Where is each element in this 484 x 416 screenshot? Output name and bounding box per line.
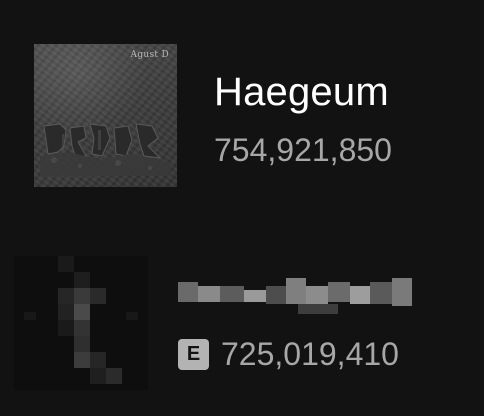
explicit-icon: E	[178, 338, 209, 370]
album-art[interactable]: Agust D	[34, 44, 177, 187]
track-row-haegeum[interactable]: Agust D Haegeum 754,921,850	[0, 40, 484, 190]
album-art-pixelated[interactable]	[14, 256, 148, 390]
album-art-logo	[40, 123, 171, 176]
play-count: 754,921,850	[214, 132, 392, 168]
track-row-censored[interactable]: E 725,019,410	[0, 250, 484, 400]
pixelated-cover-image	[14, 256, 148, 390]
track-title[interactable]: Haegeum	[214, 70, 389, 115]
album-art-text: Agust D	[130, 50, 169, 60]
track-meta-row: E 725,019,410	[178, 334, 399, 374]
blurred-title-image	[178, 278, 412, 314]
play-count: 725,019,410	[221, 335, 399, 372]
track-title-blurred[interactable]	[178, 268, 418, 324]
